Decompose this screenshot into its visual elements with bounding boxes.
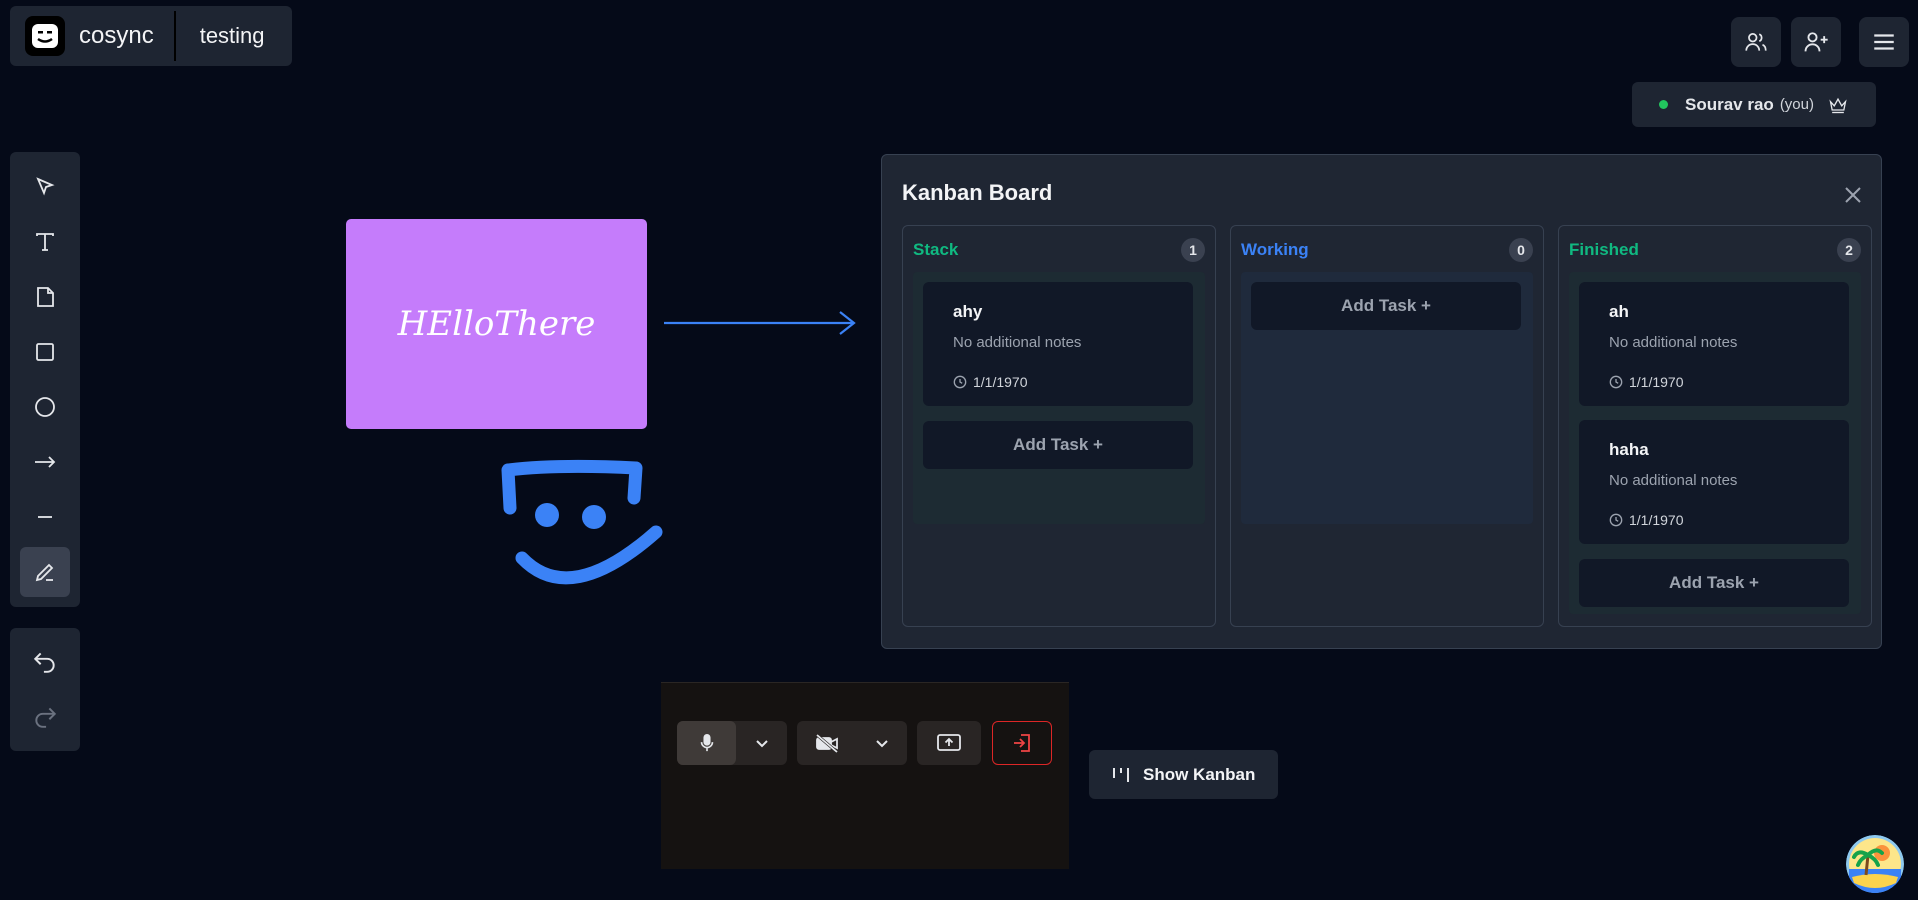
task-date: 1/1/1970 <box>953 374 1028 390</box>
sticky-note-icon <box>37 287 54 307</box>
crown-icon <box>1829 97 1847 113</box>
app-name: cosync <box>79 22 154 49</box>
arrow-tool-button[interactable] <box>20 437 70 487</box>
arrow-icon <box>35 456 56 468</box>
invite-user-button[interactable] <box>1791 17 1841 67</box>
task-date-text: 1/1/1970 <box>1629 374 1684 390</box>
add-task-button[interactable]: Add Task + <box>1251 282 1521 330</box>
history-toolbar <box>10 628 80 751</box>
task-card[interactable]: ah No additional notes 1/1/1970 <box>1579 282 1849 406</box>
cosync-logo-icon[interactable] <box>25 16 65 56</box>
close-kanban-button[interactable] <box>1843 185 1863 205</box>
ellipse-icon <box>35 397 55 417</box>
sticky-note-text: HElloThere <box>397 304 596 344</box>
column-count-badge: 2 <box>1837 238 1861 262</box>
kanban-column-working: Working 0 Add Task + <box>1230 225 1544 627</box>
pen-icon <box>35 563 54 582</box>
column-drop-zone[interactable]: ahy No additional notes 1/1/1970 Add Tas… <box>913 272 1205 524</box>
task-title: ahy <box>953 302 983 321</box>
task-card[interactable]: haha No additional notes 1/1/1970 <box>1579 420 1849 544</box>
pointer-icon <box>36 177 55 196</box>
screen-share-icon <box>937 734 961 751</box>
redo-icon <box>35 707 57 728</box>
add-task-button[interactable]: Add Task + <box>1579 559 1849 607</box>
kanban-icon <box>1113 767 1129 782</box>
brand-bar: cosync testing <box>10 6 292 66</box>
camera-options-button[interactable] <box>856 721 907 765</box>
task-date: 1/1/1970 <box>1609 374 1684 390</box>
pen-tool-button[interactable] <box>20 547 70 597</box>
beach-avatar-icon <box>1846 835 1904 893</box>
participants-button[interactable] <box>1731 17 1781 67</box>
leave-call-button[interactable] <box>992 721 1052 765</box>
canvas-arrow[interactable] <box>660 306 860 340</box>
kanban-column-stack: Stack 1 ahy No additional notes 1/1/1970… <box>902 225 1216 627</box>
column-drop-zone[interactable]: ah No additional notes 1/1/1970 haha No … <box>1569 272 1861 614</box>
sticky-note[interactable]: HElloThere <box>346 219 647 429</box>
camera-off-icon <box>815 733 838 753</box>
drawing-toolbar <box>10 152 80 607</box>
media-controls-panel <box>661 682 1069 869</box>
column-count-badge: 1 <box>1181 238 1205 262</box>
close-icon <box>1845 187 1861 203</box>
show-kanban-button[interactable]: Show Kanban <box>1089 750 1278 799</box>
task-title: haha <box>1609 440 1649 459</box>
task-card[interactable]: ahy No additional notes 1/1/1970 <box>923 282 1193 406</box>
ellipse-tool-button[interactable] <box>20 382 70 432</box>
brand-divider <box>173 11 176 61</box>
online-status-dot <box>1659 100 1668 109</box>
leave-icon <box>1014 734 1030 752</box>
kanban-board-panel: Kanban Board Stack 1 ahy No additional n… <box>881 154 1882 649</box>
user-plus-icon <box>1804 32 1828 52</box>
sticky-note-tool-button[interactable] <box>20 272 70 322</box>
text-tool-button[interactable] <box>20 217 70 267</box>
screen-share-button[interactable] <box>917 721 981 765</box>
task-date-text: 1/1/1970 <box>973 374 1028 390</box>
clock-icon <box>953 375 967 389</box>
you-tag: (you) <box>1779 96 1814 113</box>
microphone-options-button[interactable] <box>736 721 787 765</box>
menu-button[interactable] <box>1859 17 1909 67</box>
rectangle-icon <box>36 343 54 361</box>
microphone-toggle-button[interactable] <box>677 721 736 765</box>
column-count-badge: 0 <box>1509 238 1533 262</box>
column-title: Working <box>1241 240 1309 259</box>
users-icon <box>1745 33 1767 51</box>
chevron-down-icon <box>875 740 888 748</box>
column-title: Stack <box>913 240 959 259</box>
kanban-title: Kanban Board <box>902 180 1053 205</box>
task-notes: No additional notes <box>1609 334 1738 351</box>
column-title: Finished <box>1569 240 1639 259</box>
room-name: testing <box>199 23 265 48</box>
task-title: ah <box>1609 302 1629 321</box>
show-kanban-label: Show Kanban <box>1143 764 1256 784</box>
clock-icon <box>1609 375 1623 389</box>
camera-control-group <box>797 721 907 765</box>
camera-toggle-button[interactable] <box>797 721 856 765</box>
chevron-down-icon <box>755 740 768 748</box>
redo-button[interactable] <box>20 691 70 741</box>
line-tool-button[interactable] <box>20 492 70 542</box>
undo-icon <box>33 652 55 673</box>
microphone-control-group <box>677 721 787 765</box>
kanban-column-finished: Finished 2 ah No additional notes 1/1/19… <box>1558 225 1872 627</box>
text-icon <box>36 233 54 251</box>
task-notes: No additional notes <box>1609 472 1738 489</box>
task-date: 1/1/1970 <box>1609 512 1684 528</box>
undo-button[interactable] <box>20 636 70 686</box>
user-name: Sourav rao <box>1685 94 1774 114</box>
rectangle-tool-button[interactable] <box>20 327 70 377</box>
user-presence-card: Sourav rao (you) <box>1632 82 1876 127</box>
select-tool-button[interactable] <box>20 162 70 212</box>
add-task-button[interactable]: Add Task + <box>923 421 1193 469</box>
clock-icon <box>1609 513 1623 527</box>
assistant-avatar[interactable] <box>1846 835 1904 893</box>
hamburger-icon <box>1874 34 1894 50</box>
microphone-icon <box>700 734 713 752</box>
task-notes: No additional notes <box>953 334 1082 351</box>
task-date-text: 1/1/1970 <box>1629 512 1684 528</box>
line-icon <box>38 516 52 518</box>
column-drop-zone[interactable]: Add Task + <box>1241 272 1533 524</box>
freehand-smiley-drawing[interactable] <box>498 458 668 593</box>
